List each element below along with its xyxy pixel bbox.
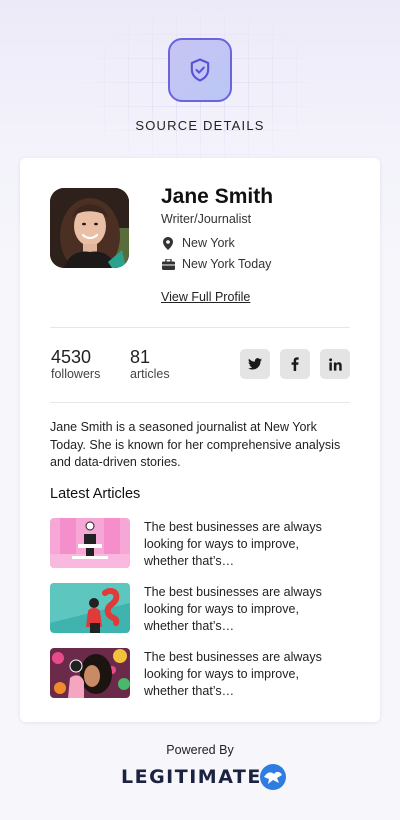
legitimate-logo: LEGITIMATE xyxy=(121,762,287,792)
location-row: New York xyxy=(161,236,235,250)
article-thumbnail[interactable] xyxy=(50,518,130,568)
linkedin-icon[interactable] xyxy=(320,349,350,379)
twitter-icon[interactable] xyxy=(240,349,270,379)
briefcase-icon xyxy=(161,257,175,271)
latest-articles-heading: Latest Articles xyxy=(50,486,141,502)
divider xyxy=(50,327,350,328)
logo-mark-icon xyxy=(259,763,287,791)
source-card: Jane Smith Writer/Journalist New York Ne… xyxy=(20,158,380,722)
divider xyxy=(50,402,350,403)
location-pin-icon xyxy=(161,236,175,250)
page-title: SOURCE DETAILS xyxy=(135,118,265,133)
article-excerpt[interactable]: The best businesses are always looking f… xyxy=(144,584,344,635)
avatar xyxy=(50,188,129,268)
article-excerpt[interactable]: The best businesses are always looking f… xyxy=(144,519,344,570)
organization-row: New York Today xyxy=(161,257,271,271)
article-excerpt[interactable]: The best businesses are always looking f… xyxy=(144,649,344,700)
bio-text: Jane Smith is a seasoned journalist at N… xyxy=(50,420,341,469)
article-thumbnail[interactable] xyxy=(50,583,130,633)
powered-by-label: Powered By xyxy=(166,743,234,757)
brand-name: LEGITIMATE xyxy=(121,766,262,788)
shield-check-icon xyxy=(168,38,232,102)
organization-text: New York Today xyxy=(182,257,272,271)
profile-role: Writer/Journalist xyxy=(161,212,252,226)
view-full-profile-link[interactable]: View Full Profile xyxy=(161,290,250,304)
location-text: New York xyxy=(182,236,235,250)
articles-label: articles xyxy=(130,367,170,381)
facebook-icon[interactable] xyxy=(280,349,310,379)
followers-label: followers xyxy=(51,367,101,381)
articles-count: 81 xyxy=(130,347,151,367)
profile-name: Jane Smith xyxy=(161,185,274,208)
followers-count: 4530 xyxy=(51,347,92,367)
article-thumbnail[interactable] xyxy=(50,648,130,698)
